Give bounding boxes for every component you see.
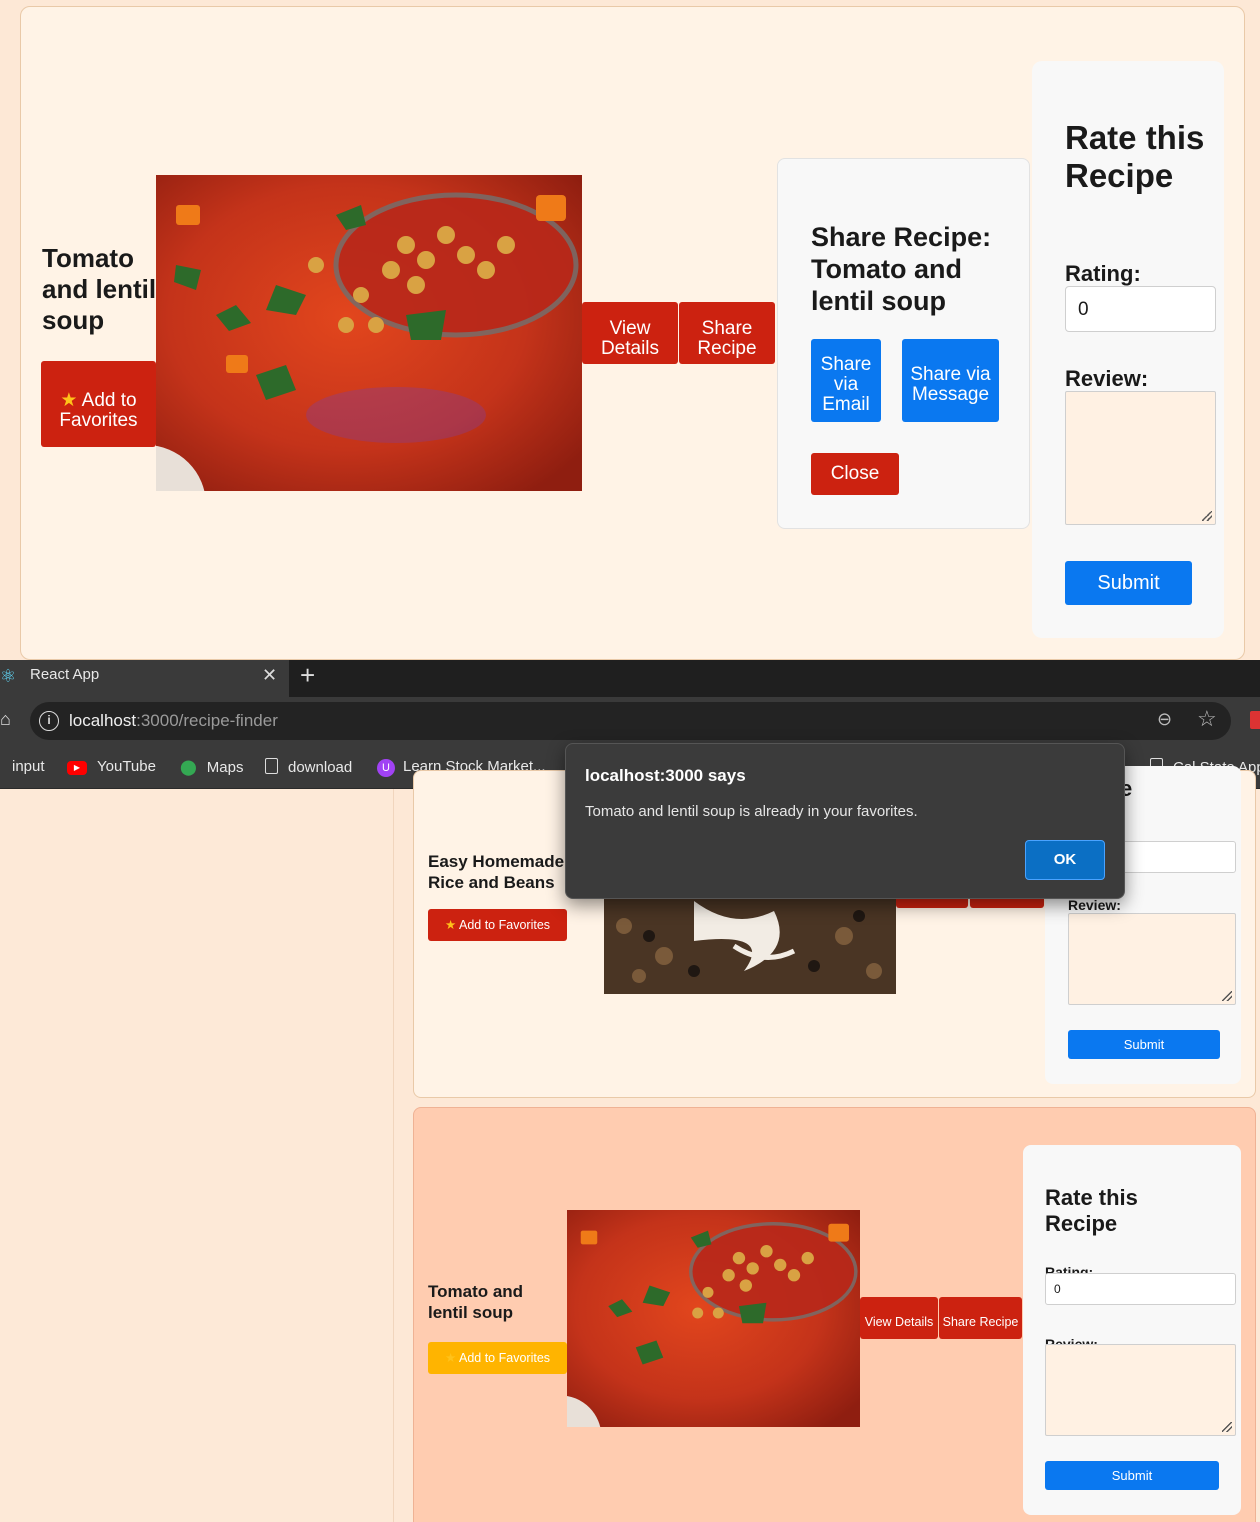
close-tab-icon[interactable]: ✕ xyxy=(262,665,277,686)
view-details-button[interactable]: View Details xyxy=(860,1297,938,1339)
share-panel-title: Share Recipe: Tomato and lentil soup xyxy=(811,222,992,316)
browser-tab-bar: ⚛ React App ✕ + xyxy=(0,660,1260,697)
page-icon xyxy=(265,758,278,774)
dialog-title: localhost:3000 says xyxy=(585,766,746,785)
star-icon: ★ xyxy=(60,390,78,411)
share-recipe-button[interactable]: Share Recipe xyxy=(679,302,775,364)
add-to-favorites-button[interactable]: ★ Add to Favorites xyxy=(41,361,156,447)
share-via-email-button[interactable]: Share via Email xyxy=(811,339,881,422)
rating-input[interactable]: 0 xyxy=(1065,286,1216,332)
rate-panel-title: Rate this Recipe xyxy=(1065,119,1205,194)
recipe-image xyxy=(604,896,896,994)
review-textarea[interactable] xyxy=(1045,1344,1236,1436)
bookmark-download[interactable]: download xyxy=(265,758,352,776)
recipe-card-tomato-lentil: Tomato and lentil soup ★ Add to Favorite… xyxy=(413,1107,1256,1522)
url-input[interactable]: i localhost:3000/recipe-finder ⊖ ☆ xyxy=(30,702,1231,740)
browser-tab[interactable]: ⚛ React App ✕ xyxy=(0,660,289,697)
left-panel xyxy=(0,789,394,1522)
bookmark-circle-icon: U xyxy=(377,759,395,777)
share-recipe-button[interactable]: Share Recipe xyxy=(939,1297,1022,1339)
add-to-favorites-button[interactable]: ★ Add to Favorites xyxy=(428,1342,567,1374)
bookmark-youtube[interactable]: ▶ YouTube xyxy=(67,758,156,775)
submit-rating-button[interactable]: Submit xyxy=(1065,561,1192,605)
youtube-icon: ▶ xyxy=(67,761,87,775)
dialog-message: Tomato and lentil soup is already in you… xyxy=(585,803,918,820)
home-icon[interactable]: ⌂ xyxy=(0,709,11,730)
rating-input[interactable]: 0 xyxy=(1045,1273,1236,1305)
site-info-icon[interactable]: i xyxy=(39,711,59,731)
resize-handle-icon[interactable] xyxy=(1222,1422,1232,1432)
rate-recipe-panel: Rate this Recipe Rating: 0 Review: Submi… xyxy=(1032,61,1224,638)
url-text: localhost:3000/recipe-finder xyxy=(69,711,278,730)
view-details-button[interactable]: View Details xyxy=(582,302,678,364)
recipe-title: Tomato and lentil soup xyxy=(428,1282,524,1322)
star-icon: ★ xyxy=(444,1351,457,1365)
bookmark-input[interactable]: input xyxy=(12,758,45,775)
rate-recipe-panel: Rate this Recipe Rating: 0 Review: Submi… xyxy=(1023,1145,1241,1515)
submit-rating-button[interactable]: Submit xyxy=(1068,1030,1220,1059)
bookmark-star-icon[interactable]: ☆ xyxy=(1197,706,1217,732)
close-share-button[interactable]: Close xyxy=(811,453,899,495)
maps-pin-icon: ⬤ xyxy=(180,759,197,776)
review-textarea[interactable] xyxy=(1068,913,1236,1005)
address-bar-row: ⌂ i localhost:3000/recipe-finder ⊖ ☆ xyxy=(0,697,1260,745)
bookmark-maps[interactable]: ⬤ Maps xyxy=(180,758,243,776)
star-icon: ★ xyxy=(444,918,457,932)
dialog-ok-button[interactable]: OK xyxy=(1025,840,1105,880)
rate-panel-title: Rate this Recipe xyxy=(1045,1185,1138,1236)
tab-title: React App xyxy=(30,666,100,683)
recipe-title: Tomato and lentil soup xyxy=(42,243,157,335)
resize-handle-icon[interactable] xyxy=(1222,991,1232,1001)
review-textarea[interactable] xyxy=(1065,391,1216,525)
recipe-title: Easy Homemade Rice and Beans xyxy=(428,852,565,892)
share-via-message-button[interactable]: Share via Message xyxy=(902,339,999,422)
recipe-image xyxy=(567,1210,860,1427)
react-logo-icon: ⚛ xyxy=(0,666,17,686)
new-tab-icon[interactable]: + xyxy=(300,660,315,690)
resize-handle-icon[interactable] xyxy=(1202,511,1212,521)
rating-label: Rating: xyxy=(1065,261,1141,286)
review-label: Review: xyxy=(1065,366,1149,391)
share-recipe-panel: Share Recipe: Tomato and lentil soup Sha… xyxy=(777,158,1030,529)
extension-icon[interactable] xyxy=(1250,711,1260,729)
review-label: Review: xyxy=(1068,897,1121,913)
alert-dialog: localhost:3000 says Tomato and lentil so… xyxy=(565,743,1125,899)
zoom-out-icon[interactable]: ⊖ xyxy=(1157,709,1172,730)
recipe-image xyxy=(156,175,582,491)
add-to-favorites-button[interactable]: ★ Add to Favorites xyxy=(428,909,567,941)
submit-rating-button[interactable]: Submit xyxy=(1045,1461,1219,1490)
